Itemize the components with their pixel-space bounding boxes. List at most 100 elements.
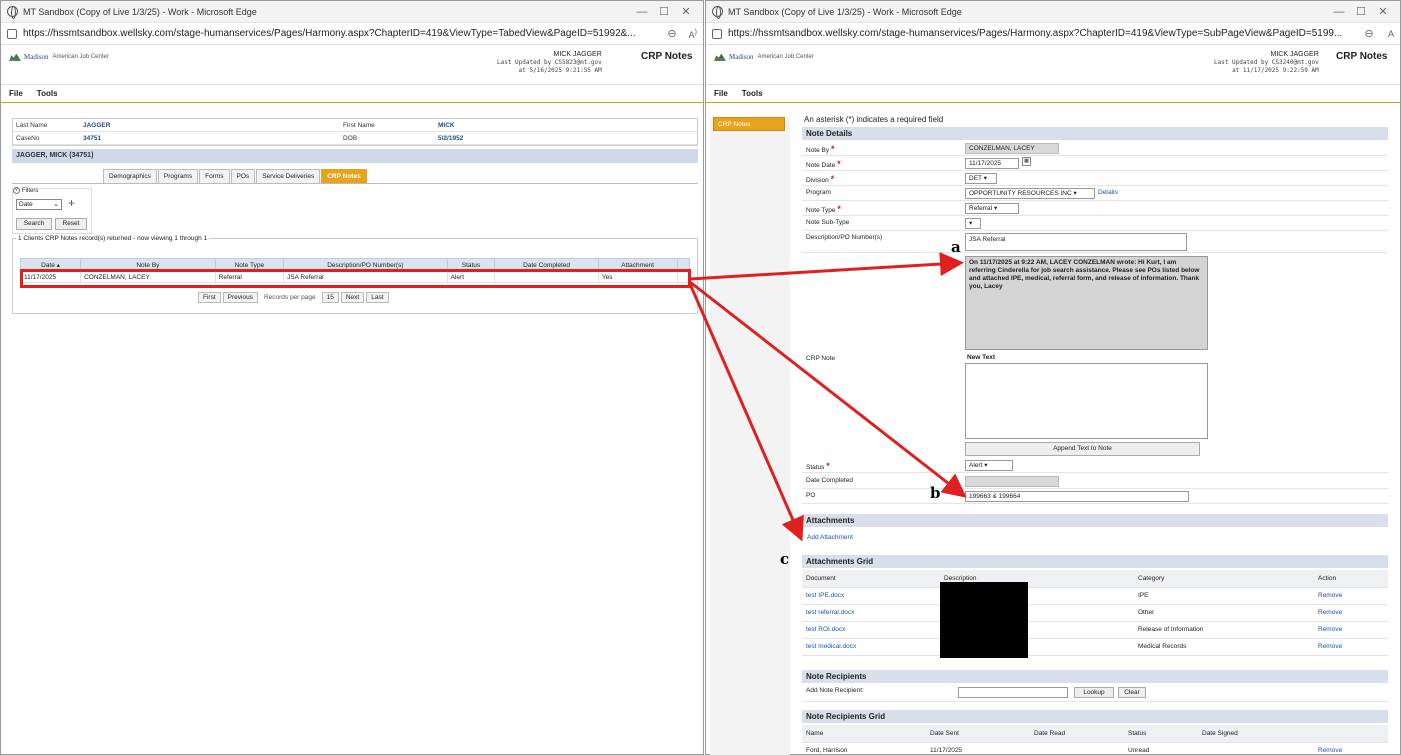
mountain-logo-icon — [9, 53, 21, 61]
left-app-header: Madison American Job Center MICK JAGGER … — [1, 45, 703, 85]
note-details-header: Note Details — [802, 127, 1388, 140]
append-text-button[interactable]: Append Text to Note — [965, 442, 1200, 456]
note-type-select[interactable]: Referral ▾ — [965, 203, 1019, 214]
menu-tools[interactable]: Tools — [742, 89, 763, 98]
note-by-field: CONZELMAN, LACEY — [965, 143, 1059, 154]
add-attachment-link[interactable]: Add Attachment — [807, 534, 853, 541]
tab-pos[interactable]: POs — [230, 169, 256, 183]
tab-programs[interactable]: Programs — [157, 169, 199, 183]
read-aloud-icon[interactable]: A) — [679, 27, 697, 40]
right-menubar: File Tools — [706, 85, 1400, 103]
remove-link[interactable]: Remove — [1314, 604, 1388, 622]
attachments-grid: Document Description Category Action tes… — [802, 570, 1388, 656]
tab-divider — [12, 183, 698, 184]
right-url[interactable]: https://hssmtsandbox.wellsky.com/stage-h… — [728, 28, 1362, 39]
new-text-input[interactable] — [965, 363, 1208, 439]
redacted-description-block — [940, 582, 1028, 658]
add-filter-icon[interactable]: + — [68, 196, 75, 210]
program-select[interactable]: OPPORTUNITY RESOURCES INC ▾ — [965, 188, 1095, 199]
read-aloud-icon[interactable]: A — [1376, 29, 1394, 39]
mountain-logo-icon — [714, 53, 726, 61]
program-details-link[interactable]: Details — [1098, 189, 1118, 196]
document-link[interactable]: test referral.docx — [802, 604, 940, 622]
add-recipient-input[interactable] — [958, 687, 1068, 698]
menu-file[interactable]: File — [714, 89, 728, 98]
attachments-grid-header: Attachments Grid — [802, 555, 1388, 568]
collapse-filters-icon[interactable]: ˅ — [13, 187, 20, 194]
chevron-down-icon: ▾ — [993, 205, 998, 212]
new-text-label: New Text — [967, 354, 996, 361]
last-name-value: JAGGER — [83, 121, 111, 129]
left-user-info: MICK JAGGER Last Updated by CS5823@mt.go… — [497, 51, 602, 74]
division-select[interactable]: DET ▾ — [965, 173, 997, 184]
case-header: JAGGER, MICK (34751) — [12, 149, 698, 163]
tab-forms[interactable]: Forms — [199, 169, 230, 183]
tab-crp-notes[interactable]: CRP Notes — [321, 169, 367, 183]
close-icon[interactable]: ✕ — [675, 5, 697, 18]
edge-globe-icon — [712, 6, 723, 19]
pager-previous[interactable]: Previous — [222, 292, 258, 303]
table-row: test referral.docx Other Remove — [802, 604, 1388, 622]
document-link[interactable]: test IPE.docx — [802, 587, 940, 605]
records-per-page-input[interactable]: 15 — [321, 292, 339, 303]
document-link[interactable]: test ROI.docx — [802, 621, 940, 639]
remove-link[interactable]: Remove — [1314, 621, 1388, 639]
caseno-value: 34751 — [83, 134, 102, 142]
side-nav-crp-notes[interactable]: CRP Notes — [713, 117, 785, 131]
table-row: test medical.docx Medical Records Remove — [802, 638, 1388, 656]
tab-demographics[interactable]: Demographics — [103, 169, 157, 183]
lookup-button[interactable]: Lookup — [1074, 687, 1114, 698]
minimize-icon[interactable]: — — [631, 6, 653, 18]
annotation-c: c — [780, 550, 790, 568]
attachments-header: Attachments — [802, 514, 1388, 527]
row-add-recipient: Add Note Recipient: Lookup Clear — [802, 684, 1388, 702]
table-row: test ROI.docx Release of Information Rem… — [802, 621, 1388, 639]
pager-first[interactable]: First — [198, 292, 221, 303]
po-input[interactable]: 199663 & 199664 — [965, 491, 1189, 502]
pager-next[interactable]: Next — [340, 292, 365, 303]
chevron-down-icon: ▾ — [983, 175, 987, 182]
tab-service-deliveries[interactable]: Service Deliveries — [256, 169, 321, 183]
menu-tools[interactable]: Tools — [37, 89, 58, 98]
zoom-icon[interactable]: ⊖ — [1362, 27, 1376, 41]
menu-file[interactable]: File — [9, 89, 23, 98]
row-highlight-box — [20, 269, 691, 288]
left-titlebar[interactable]: MT Sandbox (Copy of Live 1/3/25) - Work … — [1, 1, 703, 23]
maximize-icon[interactable]: ☐ — [1350, 5, 1372, 18]
row-po: PO 199663 & 199664 — [802, 489, 1388, 504]
row-note-type: Note Type * Referral ▾ — [802, 201, 1388, 216]
zoom-icon[interactable]: ⊖ — [665, 27, 679, 41]
table-row: test IPE.docx IPE Remove — [802, 587, 1388, 605]
left-url[interactable]: https://hssmtsandbox.wellsky.com/stage-h… — [23, 28, 665, 39]
status-select[interactable]: Alert ▾ — [965, 460, 1013, 471]
minimize-icon[interactable]: — — [1328, 6, 1350, 18]
madison-logo: Madison American Job Center — [714, 53, 814, 61]
right-app-header: Madison American Job Center MICK JAGGER … — [706, 45, 1400, 85]
page-info-icon[interactable] — [7, 28, 17, 39]
right-titlebar[interactable]: MT Sandbox (Copy of Live 1/3/25) - Work … — [706, 1, 1400, 23]
edge-globe-icon — [7, 6, 18, 19]
results-caption: 1 Clients CRP Notes record(s) returned -… — [16, 235, 210, 242]
left-address-bar[interactable]: https://hssmtsandbox.wellsky.com/stage-h… — [1, 23, 703, 45]
filter-select[interactable]: Date ⌄ — [16, 199, 62, 210]
remove-link[interactable]: Remove — [1314, 587, 1388, 605]
note-date-field[interactable]: 11/17/2025 — [965, 158, 1019, 169]
clear-button[interactable]: Clear — [1118, 687, 1146, 698]
left-menubar: File Tools — [1, 85, 703, 103]
maximize-icon[interactable]: ☐ — [653, 5, 675, 18]
note-subtype-select[interactable]: ▾ — [965, 218, 981, 229]
search-button[interactable]: Search — [16, 218, 52, 230]
close-icon[interactable]: ✕ — [1372, 5, 1394, 18]
client-tabs: Demographics Programs Forms POs Service … — [103, 169, 368, 183]
reset-button[interactable]: Reset — [55, 218, 87, 230]
description-input[interactable]: JSA Referral — [965, 233, 1187, 251]
page-info-icon[interactable] — [712, 28, 722, 39]
document-link[interactable]: test medical.docx — [802, 638, 940, 656]
remove-recipient-link[interactable]: Remove — [1314, 742, 1388, 755]
first-name-value: MICK — [438, 121, 455, 129]
pager-last[interactable]: Last — [366, 292, 389, 303]
left-page-title: CRP Notes — [641, 51, 693, 62]
calendar-icon[interactable]: ▦ — [1022, 157, 1031, 166]
right-address-bar[interactable]: https://hssmtsandbox.wellsky.com/stage-h… — [706, 23, 1400, 45]
remove-link[interactable]: Remove — [1314, 638, 1388, 656]
